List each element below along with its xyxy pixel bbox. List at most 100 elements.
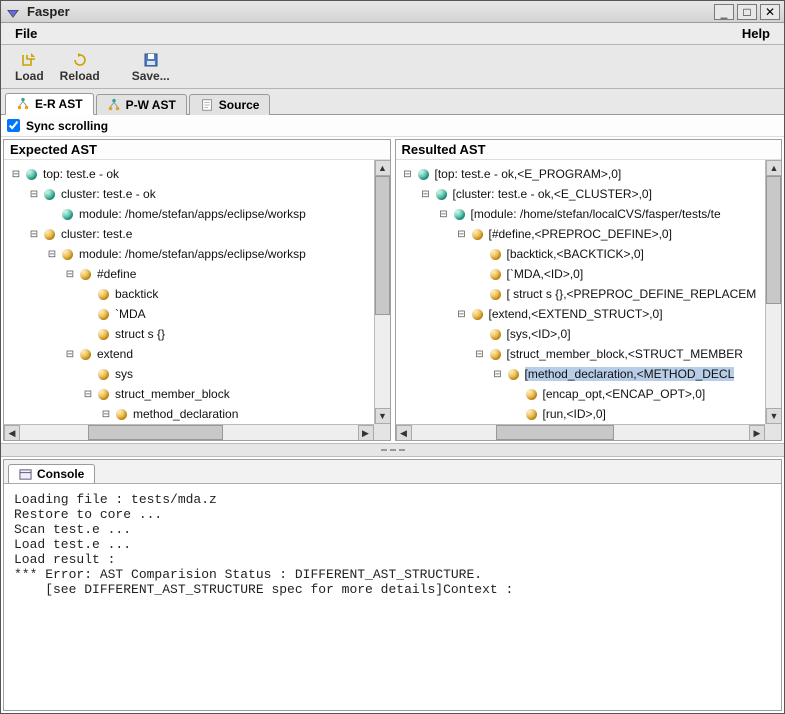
save-button[interactable]: Save... — [124, 49, 178, 85]
vertical-scrollbar[interactable]: ▲ ▼ — [765, 160, 781, 424]
scroll-right-icon[interactable]: ▶ — [358, 425, 374, 440]
load-button[interactable]: Load — [7, 49, 52, 85]
scroll-right-icon[interactable]: ▶ — [749, 425, 765, 440]
node-bullet-icon — [98, 289, 109, 300]
tree-node[interactable]: method_declaration — [133, 407, 238, 421]
console-output[interactable]: Loading file : tests/mda.z Restore to co… — [4, 484, 781, 710]
console-pane: Console Loading file : tests/mda.z Resto… — [3, 459, 782, 711]
node-bullet-icon — [116, 409, 127, 420]
expand-handle[interactable]: ⊟ — [10, 168, 22, 180]
expand-handle[interactable]: ⊟ — [28, 228, 40, 240]
document-icon — [200, 98, 214, 112]
reload-button[interactable]: Reload — [52, 49, 108, 85]
scroll-left-icon[interactable]: ◀ — [396, 425, 412, 440]
tree-node[interactable]: [sys,<ID>,0] — [507, 327, 571, 341]
tree-node[interactable]: module: /home/stefan/apps/eclipse/worksp — [79, 207, 306, 221]
expand-handle[interactable]: ⊟ — [492, 368, 504, 380]
close-button[interactable]: ✕ — [760, 4, 780, 20]
expand-handle[interactable]: ⊟ — [28, 188, 40, 200]
trees-split: Expected AST ⊟top: test.e - ok ⊟cluster:… — [1, 137, 784, 443]
sync-scrolling-label: Sync scrolling — [26, 119, 108, 133]
node-bullet-icon — [44, 229, 55, 240]
tree-node[interactable]: backtick — [115, 287, 158, 301]
scroll-down-icon[interactable]: ▼ — [375, 408, 390, 424]
minimize-button[interactable]: _ — [714, 4, 734, 20]
expand-handle[interactable]: ⊟ — [46, 248, 58, 260]
node-bullet-icon — [62, 209, 73, 220]
tree-node[interactable]: [backtick,<BACKTICK>,0] — [507, 247, 644, 261]
tree-node[interactable]: [top: test.e - ok,<E_PROGRAM>,0] — [435, 167, 622, 181]
menu-help[interactable]: Help — [734, 24, 778, 43]
node-bullet-icon — [490, 289, 501, 300]
horizontal-splitter[interactable] — [1, 443, 784, 457]
node-bullet-icon — [98, 389, 109, 400]
tree-node[interactable]: [module: /home/stefan/localCVS/fasper/te… — [471, 207, 721, 221]
expected-ast-tree[interactable]: ⊟top: test.e - ok ⊟cluster: test.e - ok … — [4, 160, 390, 440]
tree-node[interactable]: sys — [115, 367, 133, 381]
app-icon — [3, 2, 23, 22]
load-icon — [20, 51, 38, 69]
tree-node[interactable]: [cluster: test.e - ok,<E_CLUSTER>,0] — [453, 187, 652, 201]
expand-handle[interactable]: ⊟ — [100, 408, 112, 420]
expand-handle[interactable]: ⊟ — [456, 308, 468, 320]
expand-handle[interactable]: ⊟ — [402, 168, 414, 180]
expand-handle[interactable]: ⊟ — [64, 268, 76, 280]
expand-handle[interactable]: ⊟ — [456, 228, 468, 240]
tree-node[interactable]: [encap_opt,<ENCAP_OPT>,0] — [543, 387, 706, 401]
tree-node[interactable]: [struct_member_block,<STRUCT_MEMBER — [507, 347, 743, 361]
tree-node[interactable]: top: test.e - ok — [43, 167, 119, 181]
horizontal-scrollbar[interactable]: ◀ ▶ — [396, 424, 766, 440]
tree-node[interactable]: [#define,<PREPROC_DEFINE>,0] — [489, 227, 672, 241]
tab-pw-ast[interactable]: P-W AST — [96, 94, 187, 115]
node-bullet-icon — [26, 169, 37, 180]
tree-node[interactable]: [`MDA,<ID>,0] — [507, 267, 584, 281]
tree-node[interactable]: [ struct s {},<PREPROC_DEFINE_REPLACEM — [507, 287, 757, 301]
node-bullet-icon — [454, 209, 465, 220]
scroll-up-icon[interactable]: ▲ — [766, 160, 781, 176]
tree-node[interactable]: struct s {} — [115, 327, 165, 341]
sync-scrolling-checkbox[interactable] — [7, 119, 20, 132]
tree-node[interactable]: `MDA — [115, 307, 146, 321]
maximize-button[interactable]: □ — [737, 4, 757, 20]
sync-scrolling-row: Sync scrolling — [1, 115, 784, 137]
tree-node[interactable]: module: /home/stefan/apps/eclipse/worksp — [79, 247, 306, 261]
menu-file[interactable]: File — [7, 24, 45, 43]
resulted-ast-title: Resulted AST — [396, 140, 782, 159]
resulted-ast-tree[interactable]: ⊟[top: test.e - ok,<E_PROGRAM>,0] ⊟[clus… — [396, 160, 782, 440]
titlebar: Fasper _ □ ✕ — [1, 1, 784, 23]
node-bullet-icon — [80, 269, 91, 280]
tree-node[interactable]: cluster: test.e - ok — [61, 187, 156, 201]
tree-node[interactable]: [extend,<EXTEND_STRUCT>,0] — [489, 307, 663, 321]
node-bullet-icon — [44, 189, 55, 200]
tree-node[interactable]: #define — [97, 267, 136, 281]
node-bullet-icon — [526, 389, 537, 400]
expand-handle[interactable]: ⊟ — [82, 388, 94, 400]
expand-handle[interactable]: ⊟ — [474, 348, 486, 360]
tab-source[interactable]: Source — [189, 94, 271, 115]
tree-node[interactable]: cluster: test.e — [61, 227, 132, 241]
horizontal-scrollbar[interactable]: ◀ ▶ — [4, 424, 374, 440]
expand-handle[interactable]: ⊟ — [420, 188, 432, 200]
tree-node[interactable]: [run,<ID>,0] — [543, 407, 606, 421]
reload-icon — [71, 51, 89, 69]
scroll-left-icon[interactable]: ◀ — [4, 425, 20, 440]
tree-node-selected[interactable]: [method_declaration,<METHOD_DECL — [525, 367, 735, 381]
expand-handle[interactable]: ⊟ — [64, 348, 76, 360]
scroll-down-icon[interactable]: ▼ — [766, 408, 781, 424]
console-icon — [19, 468, 32, 481]
menubar: File Help — [1, 23, 784, 45]
console-tab[interactable]: Console — [8, 464, 95, 483]
expand-handle[interactable]: ⊟ — [438, 208, 450, 220]
tab-er-ast[interactable]: E-R AST — [5, 93, 94, 115]
node-bullet-icon — [472, 309, 483, 320]
node-bullet-icon — [80, 349, 91, 360]
tree-node[interactable]: struct_member_block — [115, 387, 230, 401]
save-icon — [143, 51, 159, 69]
vertical-scrollbar[interactable]: ▲ ▼ — [374, 160, 390, 424]
scroll-up-icon[interactable]: ▲ — [375, 160, 390, 176]
node-bullet-icon — [472, 229, 483, 240]
tree-node[interactable]: extend — [97, 347, 133, 361]
expected-ast-title: Expected AST — [4, 140, 390, 159]
app-window: Fasper _ □ ✕ File Help Load Relo — [0, 0, 785, 714]
expected-ast-pane: Expected AST ⊟top: test.e - ok ⊟cluster:… — [3, 139, 391, 441]
